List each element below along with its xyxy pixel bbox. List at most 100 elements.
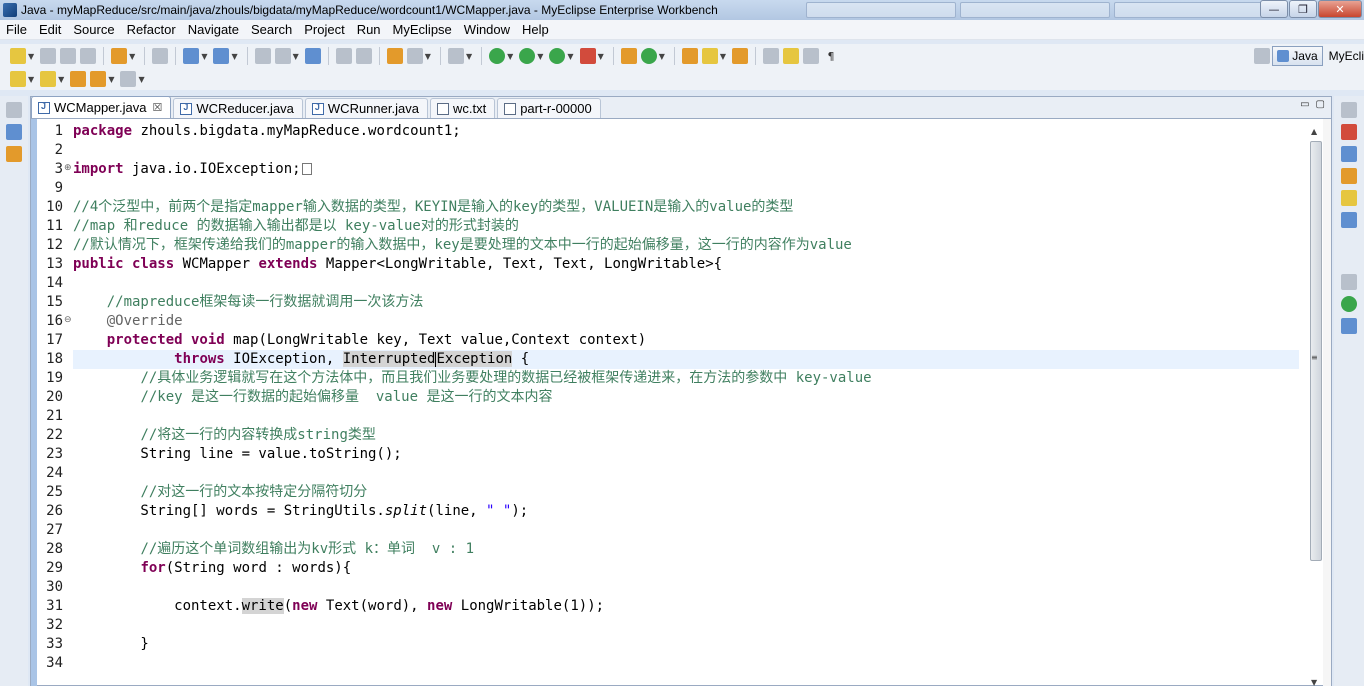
- code-line[interactable]: }: [73, 635, 148, 654]
- new-web-project-icon[interactable]: [111, 48, 128, 64]
- build-icon[interactable]: [406, 48, 423, 64]
- new-class-icon[interactable]: [386, 48, 403, 64]
- menu-edit[interactable]: Edit: [33, 22, 67, 37]
- code-line[interactable]: String line = value.toString();: [73, 445, 401, 464]
- menu-project[interactable]: Project: [298, 22, 350, 37]
- menu-source[interactable]: Source: [67, 22, 120, 37]
- next-annotation-icon[interactable]: [10, 71, 26, 87]
- open-task-icon[interactable]: [732, 48, 749, 64]
- scroll-down-icon[interactable]: ▼: [1311, 678, 1317, 686]
- code-line[interactable]: package zhouls.bigdata.myMapReduce.wordc…: [73, 122, 461, 141]
- vertical-scrollbar[interactable]: ▲ ≡ ▼: [1309, 127, 1323, 686]
- menu-myeclipse[interactable]: MyEclipse: [387, 22, 458, 37]
- code-line[interactable]: //具体业务逻辑就写在这个方法体中，而且我们业务要处理的数据已经被框架传递进来，…: [73, 369, 871, 388]
- back-icon[interactable]: [90, 71, 107, 87]
- open-perspective-icon[interactable]: [1254, 48, 1271, 64]
- task-list-icon[interactable]: [1341, 318, 1357, 334]
- save-icon[interactable]: [40, 48, 57, 64]
- tab-wcrunner-java[interactable]: WCRunner.java: [304, 98, 428, 118]
- code-line[interactable]: //对这一行的文本按特定分隔符切分: [73, 483, 367, 502]
- javadoc-icon[interactable]: [1341, 146, 1357, 162]
- run-icon[interactable]: [519, 48, 536, 64]
- code-editor[interactable]: package zhouls.bigdata.myMapReduce.wordc…: [73, 119, 1299, 686]
- code-line[interactable]: import java.io.IOException;: [73, 160, 312, 179]
- deploy-icon[interactable]: [254, 48, 271, 64]
- maximize-editor-icon[interactable]: ▢: [1316, 99, 1325, 110]
- package-explorer-icon[interactable]: [6, 124, 22, 140]
- new-package-icon[interactable]: [620, 48, 637, 64]
- code-line[interactable]: //将这一行的内容转换成string类型: [73, 426, 375, 445]
- declaration-icon[interactable]: [1341, 168, 1357, 184]
- last-edit-location-icon[interactable]: [70, 71, 87, 87]
- search-icon[interactable]: [213, 48, 230, 64]
- menu-file[interactable]: File: [0, 22, 33, 37]
- code-line[interactable]: //4个泛型中，前两个是指定mapper输入数据的类型，KEYIN是输入的key…: [73, 198, 793, 217]
- code-line[interactable]: //map 和reduce 的数据输入输出都是以 key-value对的形式封装…: [73, 217, 519, 236]
- previous-annotation-icon[interactable]: [40, 71, 57, 87]
- code-line[interactable]: //默认情况下，框架传递给我们的mapper的输入数据中，key是要处理的文本中…: [73, 236, 852, 255]
- minimize-editor-icon[interactable]: ▭: [1300, 99, 1309, 110]
- restore-right-view-icon[interactable]: [1341, 102, 1357, 118]
- scroll-up-icon[interactable]: ▲: [1311, 127, 1317, 136]
- restore-view-icon[interactable]: [6, 102, 22, 118]
- menu-run[interactable]: Run: [351, 22, 387, 37]
- browser-icon[interactable]: [304, 48, 321, 64]
- copy-icon[interactable]: [355, 48, 372, 64]
- code-line[interactable]: throws IOException, InterruptedException…: [73, 350, 1299, 369]
- code-line[interactable]: //mapreduce框架每读一行数据就调用一次该方法: [73, 293, 424, 312]
- mark-occurrences-icon[interactable]: [763, 48, 780, 64]
- open-type-icon[interactable]: [183, 48, 200, 64]
- cut-icon[interactable]: [335, 48, 352, 64]
- code-line[interactable]: //key 是这一行数据的起始偏移量 value 是这一行的文本内容: [73, 388, 552, 407]
- forward-icon[interactable]: [120, 71, 137, 87]
- outline-icon[interactable]: [1341, 296, 1357, 312]
- coverage-icon[interactable]: [549, 48, 566, 64]
- maximize-button[interactable]: ❐: [1289, 0, 1317, 18]
- open-folder-icon[interactable]: [681, 48, 698, 64]
- tab-wc-txt[interactable]: wc.txt: [429, 98, 496, 118]
- toggle-highlight-icon[interactable]: [783, 48, 800, 64]
- collapse-fold-icon[interactable]: ⊖: [64, 315, 72, 325]
- hierarchy-icon[interactable]: [6, 146, 22, 162]
- close-tab-icon[interactable]: ☒: [152, 101, 162, 114]
- scrollbar-thumb[interactable]: [1310, 141, 1322, 561]
- code-line[interactable]: @Override: [73, 312, 183, 331]
- restore-outline-icon[interactable]: [1341, 274, 1357, 290]
- code-line[interactable]: context.write(new Text(word), new LongWr…: [73, 597, 604, 616]
- external-tools-icon[interactable]: [579, 48, 596, 64]
- menu-help[interactable]: Help: [516, 22, 555, 37]
- overview-ruler[interactable]: [1323, 119, 1331, 686]
- minimize-button[interactable]: —: [1260, 0, 1288, 18]
- tab-wcmapper-java[interactable]: WCMapper.java ☒: [31, 96, 172, 118]
- new-java-class-icon[interactable]: [640, 48, 657, 64]
- code-line[interactable]: for(String word : words){: [73, 559, 351, 578]
- code-line[interactable]: //遍历这个单词数组输出为kv形式 k：单词 v : 1: [73, 540, 474, 559]
- menu-search[interactable]: Search: [245, 22, 298, 37]
- debug-icon[interactable]: [489, 48, 506, 64]
- problems-icon[interactable]: [1341, 124, 1357, 140]
- myeclipse-perspective-button[interactable]: MyEcli: [1329, 49, 1364, 63]
- print-icon[interactable]: [80, 48, 97, 64]
- expand-fold-icon[interactable]: ⊕: [64, 163, 72, 173]
- menu-refactor[interactable]: Refactor: [121, 22, 182, 37]
- run-server-icon[interactable]: [274, 48, 291, 64]
- block-selection-icon[interactable]: [803, 48, 820, 64]
- new-icon[interactable]: [10, 48, 26, 64]
- open-resource-icon[interactable]: [701, 48, 718, 64]
- servers-icon[interactable]: [1341, 190, 1357, 206]
- save-all-icon[interactable]: [60, 48, 77, 64]
- close-window-button[interactable]: ✕: [1318, 0, 1362, 18]
- java-perspective-button[interactable]: Java: [1272, 46, 1323, 66]
- code-line[interactable]: protected void map(LongWritable key, Tex…: [73, 331, 646, 350]
- line-number: 30: [46, 579, 63, 595]
- tab-wcreducer-java[interactable]: WCReducer.java: [173, 98, 303, 118]
- tab-part-r-00000[interactable]: part-r-00000: [497, 98, 601, 118]
- code-line[interactable]: public class WCMapper extends Mapper<Lon…: [73, 255, 722, 274]
- menu-window[interactable]: Window: [458, 22, 516, 37]
- server-icon[interactable]: [152, 48, 169, 64]
- camera-icon[interactable]: [447, 48, 464, 64]
- show-whitespace-icon[interactable]: ¶: [823, 48, 839, 64]
- console-icon[interactable]: [1341, 212, 1357, 228]
- menu-navigate[interactable]: Navigate: [182, 22, 245, 37]
- code-line[interactable]: String[] words = StringUtils.split(line,…: [73, 502, 528, 521]
